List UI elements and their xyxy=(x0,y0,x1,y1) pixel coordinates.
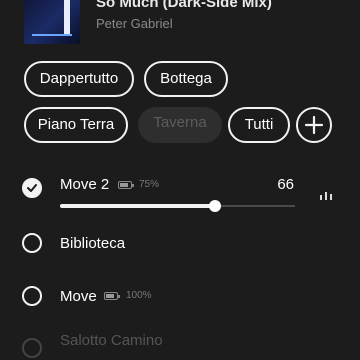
room-select-checkbox[interactable] xyxy=(22,178,42,198)
room-row-salotto-camino[interactable]: Salotto Camino xyxy=(0,326,360,360)
volume-slider-thumb[interactable] xyxy=(209,200,222,212)
room-select-checkbox[interactable] xyxy=(22,338,42,358)
room-name: Move xyxy=(60,288,97,305)
volume-slider-fill xyxy=(60,204,216,208)
plus-icon xyxy=(304,115,324,135)
room-row-biblioteca[interactable]: Biblioteca xyxy=(0,222,360,262)
room-select-checkbox[interactable] xyxy=(22,286,42,306)
battery-level: 75% xyxy=(139,179,160,190)
track-title: So Much (Dark-Side Mix) xyxy=(96,0,272,11)
chip-piano-terra[interactable]: Piano Terra xyxy=(24,107,128,143)
chip-dappertutto[interactable]: Dappertutto xyxy=(24,61,134,97)
room-select-checkbox[interactable] xyxy=(22,233,42,253)
battery-icon xyxy=(118,181,134,189)
chip-taverna: Taverna xyxy=(138,107,222,143)
room-name: Move 2 xyxy=(60,176,110,193)
volume-slider[interactable] xyxy=(60,200,295,212)
room-name: Biblioteca xyxy=(60,235,126,252)
now-playing-bar[interactable]: So Much (Dark-Side Mix) Peter Gabriel xyxy=(0,0,360,52)
chip-tutti[interactable]: Tutti xyxy=(228,107,290,143)
equalizer-icon[interactable] xyxy=(320,192,334,200)
chip-bottega[interactable]: Bottega xyxy=(144,61,228,97)
track-artist: Peter Gabriel xyxy=(96,16,173,31)
room-row-move[interactable]: Move 100% xyxy=(0,275,360,315)
volume-value: 66 xyxy=(277,176,294,193)
checkmark-icon xyxy=(27,184,37,192)
battery-level: 100% xyxy=(126,290,152,301)
add-group-button[interactable] xyxy=(296,107,332,143)
album-art xyxy=(24,0,80,44)
battery-icon xyxy=(104,292,120,300)
room-name: Salotto Camino xyxy=(60,332,163,349)
